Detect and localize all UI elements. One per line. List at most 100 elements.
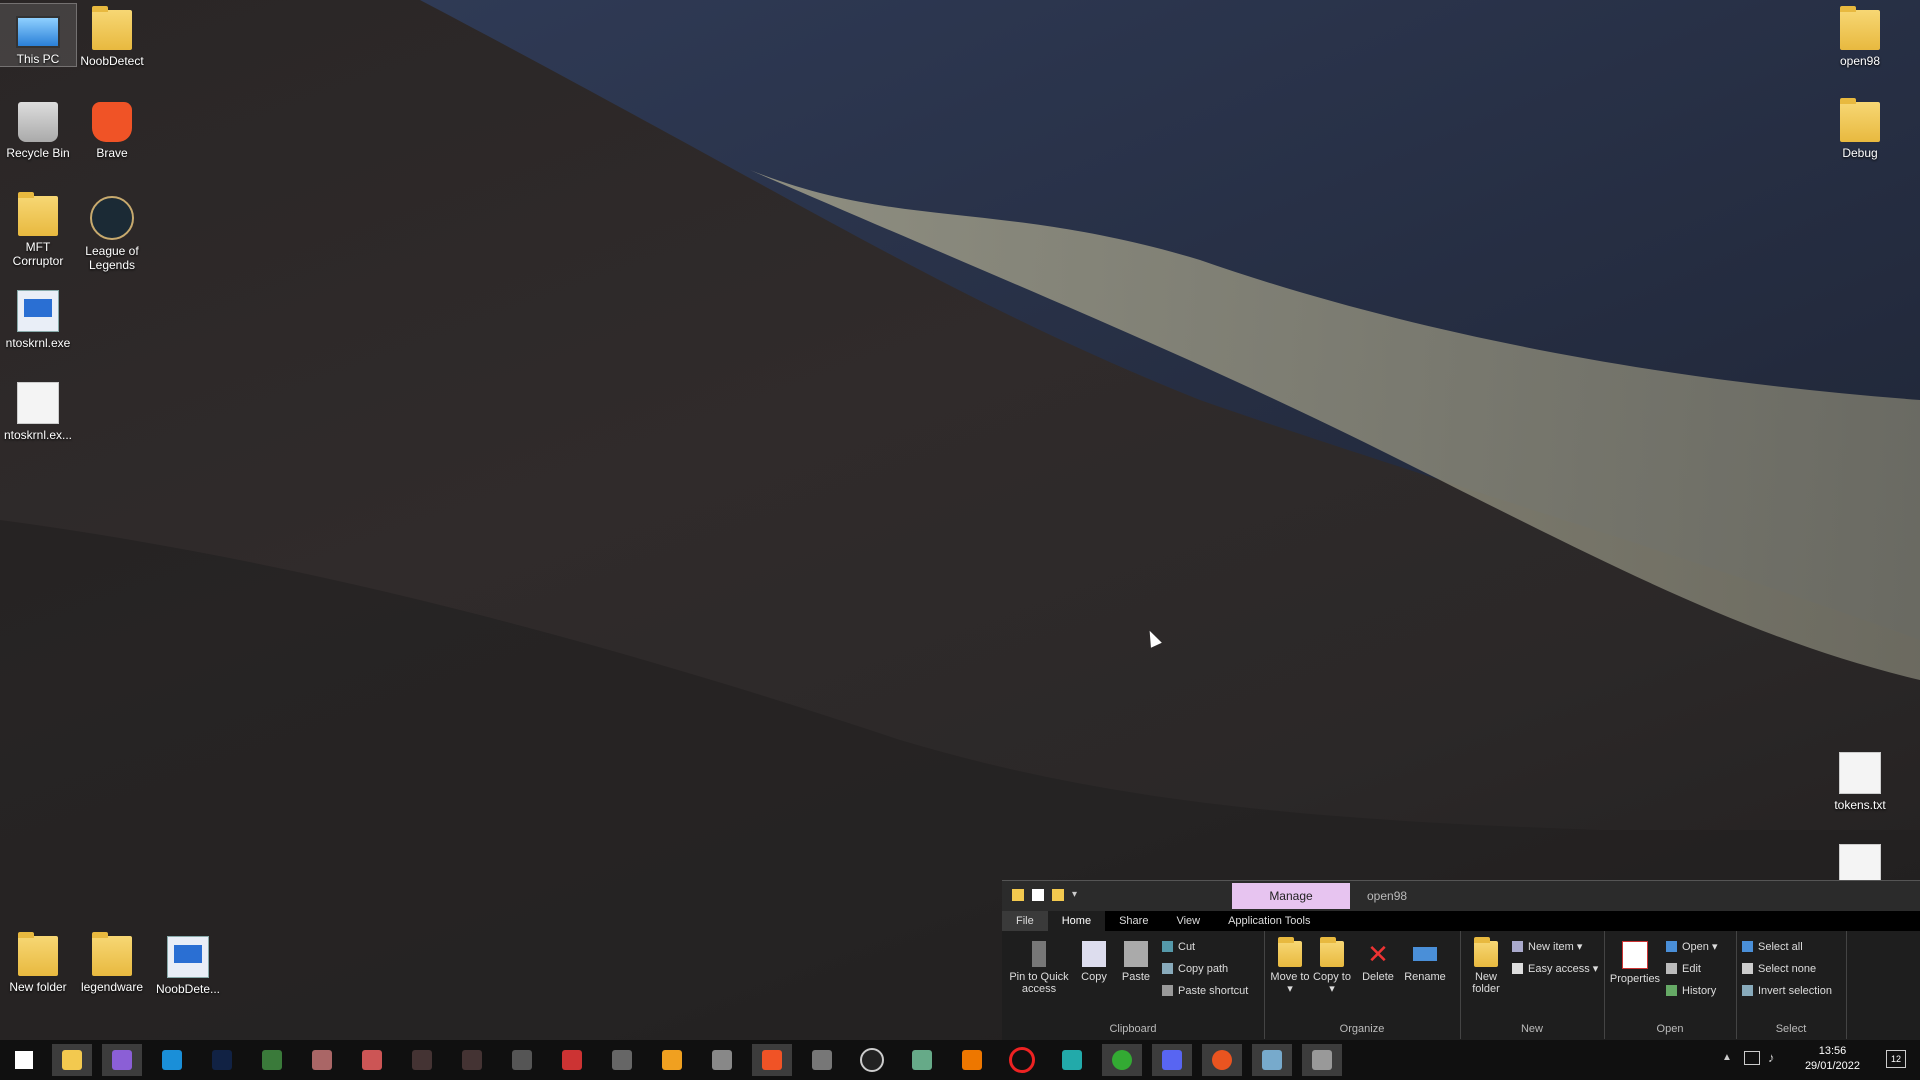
desktop-icon-tokens-txt[interactable]: tokens.txt bbox=[1822, 746, 1898, 812]
copy-to-button[interactable]: Copy to ▾ bbox=[1312, 937, 1352, 995]
start-button[interactable] bbox=[4, 1044, 44, 1076]
open-icon bbox=[1666, 941, 1677, 952]
taskbar-app-13[interactable] bbox=[902, 1044, 942, 1076]
clock[interactable]: 13:56 29/01/2022 bbox=[1805, 1044, 1860, 1074]
taskbar-app-15[interactable] bbox=[1052, 1044, 1092, 1076]
desktop-icon-noobdetect[interactable]: NoobDetect bbox=[74, 4, 150, 68]
taskbar-app-2[interactable] bbox=[202, 1044, 242, 1076]
desktop-icon-debug[interactable]: Debug bbox=[1822, 96, 1898, 160]
app-icon bbox=[612, 1050, 632, 1070]
window-title: open98 bbox=[1367, 889, 1408, 903]
brave-browser-icon bbox=[92, 102, 132, 142]
tab-application-tools[interactable]: Application Tools bbox=[1214, 911, 1324, 931]
desktop-icon-noobdetect-shortcut[interactable]: NoobDete... bbox=[150, 930, 226, 996]
desktop-icon-brave[interactable]: Brave bbox=[74, 96, 150, 160]
taskbar-xbox[interactable] bbox=[1102, 1044, 1142, 1076]
taskbar-calculator[interactable] bbox=[802, 1044, 842, 1076]
taskbar-app-8[interactable] bbox=[502, 1044, 542, 1076]
easy-access-button[interactable]: Easy access ▾ bbox=[1512, 961, 1598, 977]
new-folder-icon[interactable] bbox=[1052, 889, 1064, 901]
new-item-button[interactable]: New item ▾ bbox=[1512, 939, 1582, 955]
pin-icon bbox=[1032, 941, 1046, 967]
desktop-icon-this-pc[interactable]: This PC bbox=[0, 3, 77, 67]
tab-home[interactable]: Home bbox=[1047, 911, 1106, 931]
new-folder-button[interactable]: New folder bbox=[1466, 937, 1506, 995]
history-icon bbox=[1666, 985, 1677, 996]
calculator-icon bbox=[812, 1050, 832, 1070]
tab-file[interactable]: File bbox=[1002, 911, 1048, 931]
properties-button[interactable]: Properties bbox=[1608, 941, 1662, 985]
taskbar-app-1[interactable] bbox=[152, 1044, 192, 1076]
taskbar-ubuntu[interactable] bbox=[1202, 1044, 1242, 1076]
app-icon bbox=[412, 1050, 432, 1070]
group-label-select: Select bbox=[1775, 1023, 1807, 1035]
desktop-icon-league-of-legends[interactable]: League of Legends bbox=[74, 190, 150, 272]
taskbar-app-9[interactable] bbox=[552, 1044, 592, 1076]
folder-icon[interactable] bbox=[1012, 889, 1024, 901]
desktop-icon-ntoskrnl-file[interactable]: ntoskrnl.ex... bbox=[0, 376, 76, 442]
chevron-down-icon[interactable]: ▾ bbox=[1072, 889, 1077, 901]
properties-icon[interactable] bbox=[1032, 889, 1044, 901]
tab-share[interactable]: Share bbox=[1105, 911, 1162, 931]
taskbar-obs[interactable] bbox=[852, 1044, 892, 1076]
taskbar-app-5[interactable] bbox=[352, 1044, 392, 1076]
desktop-icon-ntoskrnl-exe[interactable]: ntoskrnl.exe bbox=[0, 284, 76, 350]
desktop-icon-mft-corruptor[interactable]: MFT Corruptor bbox=[0, 190, 76, 268]
paste-button[interactable]: Paste bbox=[1116, 941, 1156, 983]
select-none-button[interactable]: Select none bbox=[1742, 961, 1816, 977]
pin-to-quick-access-button[interactable]: Pin to Quick access bbox=[1008, 941, 1070, 995]
taskbar-app-16[interactable] bbox=[1302, 1044, 1342, 1076]
rename-button[interactable]: Rename bbox=[1400, 941, 1450, 983]
notification-center-button[interactable]: 12 bbox=[1886, 1050, 1906, 1068]
taskbar-file-explorer[interactable] bbox=[52, 1044, 92, 1076]
history-button[interactable]: History bbox=[1666, 983, 1716, 999]
folder-icon bbox=[18, 192, 58, 236]
taskbar-opera[interactable] bbox=[1002, 1044, 1042, 1076]
copy-button[interactable]: Copy bbox=[1076, 941, 1112, 983]
folder-icon bbox=[92, 6, 132, 50]
taskbar-app-14[interactable] bbox=[952, 1044, 992, 1076]
taskbar-app-10[interactable] bbox=[602, 1044, 642, 1076]
move-to-button[interactable]: Move to ▾ bbox=[1270, 937, 1310, 995]
taskbar-brave[interactable] bbox=[752, 1044, 792, 1076]
open-button[interactable]: Open ▾ bbox=[1666, 939, 1718, 955]
taskbar-app-12[interactable] bbox=[702, 1044, 742, 1076]
folder-icon bbox=[18, 932, 58, 976]
recycle-bin-icon bbox=[18, 102, 58, 142]
copy-path-button[interactable]: Copy path bbox=[1162, 961, 1228, 977]
delete-button[interactable]: ✕ Delete bbox=[1358, 941, 1398, 983]
edit-button[interactable]: Edit bbox=[1666, 961, 1701, 977]
easy-access-icon bbox=[1512, 963, 1523, 974]
volume-icon[interactable]: ♪ bbox=[1768, 1050, 1775, 1065]
manage-tab[interactable]: Manage bbox=[1232, 883, 1350, 909]
tab-view[interactable]: View bbox=[1162, 911, 1214, 931]
invert-selection-button[interactable]: Invert selection bbox=[1742, 983, 1832, 999]
desktop-icon-new-folder[interactable]: New folder bbox=[0, 930, 76, 994]
obs-icon bbox=[860, 1048, 884, 1072]
taskbar-app-4[interactable] bbox=[302, 1044, 342, 1076]
app-icon bbox=[662, 1050, 682, 1070]
select-all-button[interactable]: Select all bbox=[1742, 939, 1803, 955]
taskbar-visual-studio[interactable] bbox=[102, 1044, 142, 1076]
group-label-clipboard: Clipboard bbox=[1109, 1023, 1157, 1035]
taskbar-app-7[interactable] bbox=[452, 1044, 492, 1076]
taskbar-discord[interactable] bbox=[1152, 1044, 1192, 1076]
app-icon bbox=[1312, 1050, 1332, 1070]
taskbar-notepad[interactable] bbox=[1252, 1044, 1292, 1076]
group-open: Properties Open ▾ Edit History Open bbox=[1604, 931, 1737, 1039]
app-icon bbox=[362, 1050, 382, 1070]
app-icon bbox=[212, 1050, 232, 1070]
paste-shortcut-button[interactable]: Paste shortcut bbox=[1162, 983, 1248, 999]
desktop-icon-recycle-bin[interactable]: Recycle Bin bbox=[0, 96, 76, 160]
taskbar-app-3[interactable] bbox=[252, 1044, 292, 1076]
taskbar-app-11[interactable] bbox=[652, 1044, 692, 1076]
app-icon bbox=[962, 1050, 982, 1070]
cut-button[interactable]: Cut bbox=[1162, 939, 1195, 955]
tray-chevron-up-icon[interactable]: ▲ bbox=[1722, 1052, 1732, 1063]
taskbar-app-6[interactable] bbox=[402, 1044, 442, 1076]
desktop-icon-open98[interactable]: open98 bbox=[1822, 4, 1898, 68]
quick-access-toolbar: ▾ bbox=[1012, 889, 1077, 901]
file-explorer-icon bbox=[62, 1050, 82, 1070]
network-icon[interactable] bbox=[1744, 1051, 1760, 1065]
desktop-icon-legendware[interactable]: legendware bbox=[74, 930, 150, 994]
